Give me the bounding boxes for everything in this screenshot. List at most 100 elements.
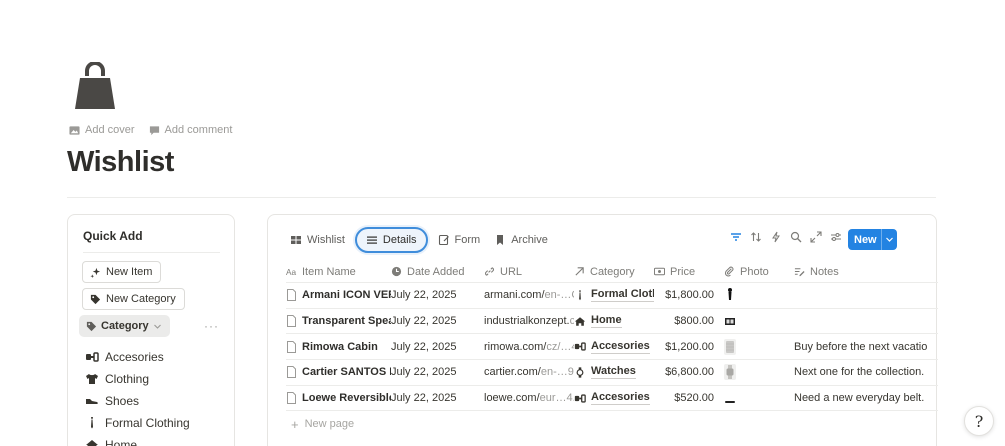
paperclip-icon xyxy=(724,266,734,277)
photo-cell[interactable] xyxy=(724,338,794,355)
column-header-photo[interactable]: Photo xyxy=(724,266,794,278)
column-header-notes[interactable]: Notes xyxy=(794,266,934,278)
tab-wishlist[interactable]: Wishlist xyxy=(286,228,349,252)
url-cell[interactable]: rimowa.com/cz/…4 xyxy=(484,341,574,353)
image-icon xyxy=(69,125,80,135)
tab-details[interactable]: Details xyxy=(354,227,428,253)
url-cell[interactable]: cartier.com/en-…9 xyxy=(484,366,574,378)
table-row[interactable]: Armani ICON VER July 22, 2025 armani.com… xyxy=(286,283,938,309)
page-icon xyxy=(287,289,296,302)
table-row[interactable]: Loewe Reversible July 22, 2025 loewe.com… xyxy=(286,386,938,412)
category-item-clothing[interactable]: Clothing xyxy=(85,368,190,390)
category-label: Shoes xyxy=(105,394,140,408)
new-page-label: New page xyxy=(304,418,355,431)
tshirt-icon xyxy=(86,374,98,384)
house-icon xyxy=(86,440,98,446)
notes-icon xyxy=(794,268,805,277)
category-cell[interactable]: Accesories xyxy=(574,391,654,406)
column-header-url[interactable]: URL xyxy=(484,266,574,278)
url-text-rest: eur…4. xyxy=(539,392,574,405)
chevron-down-icon[interactable] xyxy=(881,229,897,250)
item-name-cell[interactable]: Loewe Reversible xyxy=(286,392,391,405)
relation-arrow-icon xyxy=(575,267,584,276)
quick-add-title: Quick Add xyxy=(83,229,143,243)
item-name-cell[interactable]: Rimowa Cabin xyxy=(286,340,391,353)
bookmark-icon xyxy=(497,235,504,245)
url-cell[interactable]: loewe.com/eur…4. xyxy=(484,392,574,404)
new-button[interactable]: New xyxy=(848,229,897,250)
items-table: Aa Item Name Date Added URL Category Pri… xyxy=(286,261,938,437)
photo-thumbnail xyxy=(724,313,736,330)
category-cell[interactable]: Home xyxy=(574,314,654,329)
photo-cell[interactable] xyxy=(724,313,794,330)
category-label: Home xyxy=(105,438,138,446)
item-name-cell[interactable]: Armani ICON VER xyxy=(286,289,391,302)
quick-add-panel: Quick Add New Item New Category Category… xyxy=(67,214,235,446)
settings-sliders-icon[interactable] xyxy=(830,231,842,243)
more-options-button[interactable]: ··· xyxy=(204,319,219,333)
help-button[interactable]: ? xyxy=(964,406,994,436)
add-cover-button[interactable]: Add cover xyxy=(69,124,135,136)
category-item-formal-clothing[interactable]: Formal Clothing xyxy=(85,412,190,434)
item-name-cell[interactable]: Transparent Spea xyxy=(286,315,391,328)
category-cell[interactable]: Accesories xyxy=(574,340,654,354)
category-filter-button[interactable]: Category xyxy=(79,315,170,337)
category-cell[interactable]: Watches xyxy=(574,365,654,380)
column-label: URL xyxy=(500,265,523,278)
automation-icon[interactable] xyxy=(770,231,782,243)
link-icon xyxy=(484,267,495,276)
photo-thumbnail xyxy=(724,287,736,304)
price-cell: $1,200.00 xyxy=(665,340,714,353)
search-icon[interactable] xyxy=(790,231,802,243)
photo-cell[interactable] xyxy=(724,287,794,304)
shopping-bag-icon[interactable] xyxy=(72,61,118,112)
column-header-price[interactable]: Price xyxy=(654,266,724,278)
photo-cell[interactable] xyxy=(724,364,794,381)
filter-icon[interactable] xyxy=(730,231,742,243)
url-cell[interactable]: armani.com/en-…C xyxy=(484,289,574,301)
category-item-accesories[interactable]: Accesories xyxy=(85,346,190,368)
tag-icon xyxy=(86,321,97,331)
tab-archive[interactable]: Archive xyxy=(490,228,552,252)
column-label: Notes xyxy=(810,265,839,278)
item-name: Transparent Spea xyxy=(302,315,391,328)
watch-icon xyxy=(576,367,584,378)
category-link: Home xyxy=(591,314,622,329)
url-text: rimowa.com/ xyxy=(484,340,547,353)
tie-icon xyxy=(579,290,581,301)
category-list: Accesories Clothing Shoes Formal Clothin… xyxy=(85,346,190,446)
new-page-button[interactable]: + New page xyxy=(286,411,938,437)
view-tabs: Wishlist Details Form Archive xyxy=(286,227,552,253)
category-item-shoes[interactable]: Shoes xyxy=(85,390,190,412)
category-link: Watches xyxy=(591,365,636,380)
new-item-button[interactable]: New Item xyxy=(82,261,162,283)
page-icon xyxy=(287,392,296,405)
photo-cell[interactable] xyxy=(724,390,794,407)
price-cell: $1,800.00 xyxy=(665,289,714,302)
notes-cell: Next one for the collection. xyxy=(794,366,925,379)
sort-icon[interactable] xyxy=(750,231,762,243)
photo-thumbnail xyxy=(724,338,736,355)
item-name: Cartier SANTOS D xyxy=(302,366,391,379)
table-row[interactable]: Cartier SANTOS D July 22, 2025 cartier.c… xyxy=(286,360,938,386)
new-item-label: New Item xyxy=(106,266,153,278)
new-category-button[interactable]: New Category xyxy=(82,288,185,310)
page-icon xyxy=(287,315,296,328)
table-row[interactable]: Transparent Spea July 22, 2025 industria… xyxy=(286,309,938,335)
url-text-rest: cz/…4 xyxy=(546,340,574,353)
category-item-home[interactable]: Home xyxy=(85,434,190,446)
page-icon xyxy=(287,366,296,379)
url-cell[interactable]: industrialkonzept. c xyxy=(484,315,574,327)
tab-form[interactable]: Form xyxy=(434,228,485,252)
column-header-category[interactable]: Category xyxy=(574,266,654,278)
category-cell[interactable]: Formal Cloth xyxy=(574,288,654,303)
item-name-cell[interactable]: Cartier SANTOS D xyxy=(286,366,391,379)
expand-icon[interactable] xyxy=(810,231,822,243)
tie-icon xyxy=(91,417,93,429)
table-row[interactable]: Rimowa Cabin July 22, 2025 rimowa.com/cz… xyxy=(286,334,938,361)
help-icon: ? xyxy=(974,411,984,431)
list-icon xyxy=(366,236,377,244)
column-header-date-added[interactable]: Date Added xyxy=(391,266,484,278)
add-comment-button[interactable]: Add comment xyxy=(149,124,232,136)
column-header-item-name[interactable]: Aa Item Name xyxy=(286,266,391,278)
